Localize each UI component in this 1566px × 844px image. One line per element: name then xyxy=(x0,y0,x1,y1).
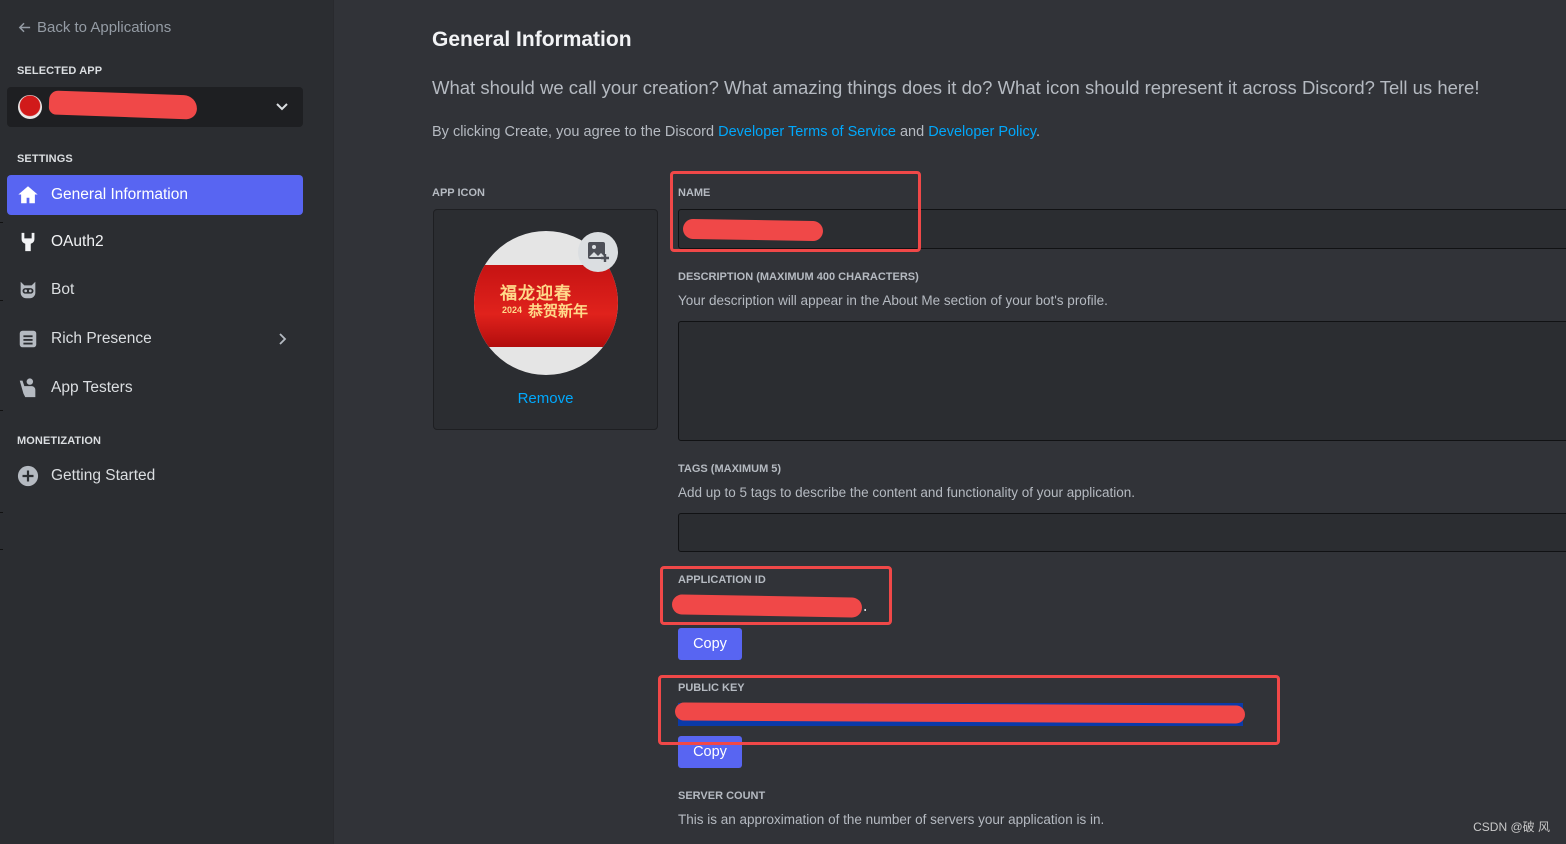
terms-prefix: By clicking Create, you agree to the Dis… xyxy=(432,124,719,140)
terms-suffix: . xyxy=(1035,124,1040,140)
annotation-box-name xyxy=(670,171,921,252)
window-edge xyxy=(0,512,3,513)
page-title: General Information xyxy=(432,28,632,51)
app-icon-uploader: 福龙迎春 2024 恭贺新年 Remove xyxy=(433,209,658,430)
description-textarea[interactable] xyxy=(678,321,1566,441)
main-content: General Information What should we call … xyxy=(335,0,1566,844)
description-help: Your description will appear in the Abou… xyxy=(678,293,1108,308)
image-add-icon xyxy=(588,242,609,262)
window-edge xyxy=(0,410,3,411)
sidebar-item-general-information[interactable]: General Information xyxy=(7,175,303,215)
copy-application-id-button[interactable]: Copy xyxy=(678,628,742,660)
back-to-applications-link[interactable]: Back to Applications xyxy=(17,19,171,36)
sidebar-item-getting-started[interactable]: Getting Started xyxy=(7,456,303,496)
plus-circle-icon xyxy=(17,465,39,487)
page-intro: What should we call your creation? What … xyxy=(432,77,1480,98)
tags-input[interactable] xyxy=(678,513,1566,552)
sidebar: Back to Applications SELECTED APP [redac… xyxy=(0,0,334,844)
monetization-heading: MONETIZATION xyxy=(17,435,102,447)
sidebar-item-label: Rich Presence xyxy=(51,330,152,347)
description-label: DESCRIPTION (MAXIMUM 400 CHARACTERS) xyxy=(678,271,919,283)
document-icon xyxy=(17,328,39,350)
app-icon-banner: 福龙迎春 2024 恭贺新年 xyxy=(474,265,618,347)
wrench-icon xyxy=(17,231,39,253)
sidebar-item-rich-presence[interactable]: Rich Presence xyxy=(7,319,303,359)
robot-icon xyxy=(17,279,39,301)
app-icon-text-line2: 恭贺新年 xyxy=(528,302,589,320)
sidebar-item-app-testers[interactable]: App Testers xyxy=(7,368,303,408)
chevron-down-icon xyxy=(276,103,288,111)
upload-image-button[interactable] xyxy=(578,232,618,272)
tags-help: Add up to 5 tags to describe the content… xyxy=(678,485,1136,500)
server-count-help: This is an approximation of the number o… xyxy=(678,812,1105,827)
developer-terms-link[interactable]: Developer Terms of Service xyxy=(718,124,896,140)
app-icon-year: 2024 xyxy=(502,305,523,315)
back-label: Back to Applications xyxy=(37,19,172,36)
chevron-right-icon xyxy=(279,333,287,345)
remove-icon-link[interactable]: Remove xyxy=(434,390,657,407)
annotation-box-application-id xyxy=(660,566,892,625)
terms-notice: By clicking Create, you agree to the Dis… xyxy=(432,124,1040,140)
arrow-left-icon xyxy=(18,22,31,33)
sidebar-item-label: OAuth2 xyxy=(51,233,104,250)
sidebar-item-label: Bot xyxy=(51,281,75,298)
person-waving-icon xyxy=(17,377,39,399)
sidebar-item-bot[interactable]: Bot xyxy=(7,270,303,310)
window-edge xyxy=(0,549,3,550)
settings-heading: SETTINGS xyxy=(17,153,73,165)
home-icon xyxy=(17,184,39,206)
tags-label: TAGS (MAXIMUM 5) xyxy=(678,463,782,475)
sidebar-item-label: General Information xyxy=(51,186,188,203)
app-selector-dropdown[interactable]: [redacted] xyxy=(7,87,303,127)
sidebar-item-oauth2[interactable]: OAuth2 xyxy=(7,222,303,262)
app-icon-label: APP ICON xyxy=(432,187,485,199)
terms-middle: and xyxy=(895,124,929,140)
server-count-label: SERVER COUNT xyxy=(678,790,766,802)
watermark: CSDN @破 风 xyxy=(1473,820,1550,834)
sidebar-item-label: Getting Started xyxy=(51,467,156,484)
window-edge xyxy=(0,300,3,301)
selected-app-heading: SELECTED APP xyxy=(17,65,103,77)
developer-policy-link[interactable]: Developer Policy xyxy=(928,124,1036,140)
annotation-box-public-key xyxy=(658,675,1280,745)
redaction-mark xyxy=(48,90,198,120)
sidebar-item-label: App Testers xyxy=(51,379,133,396)
window-edge xyxy=(0,222,3,223)
app-avatar xyxy=(18,95,42,119)
